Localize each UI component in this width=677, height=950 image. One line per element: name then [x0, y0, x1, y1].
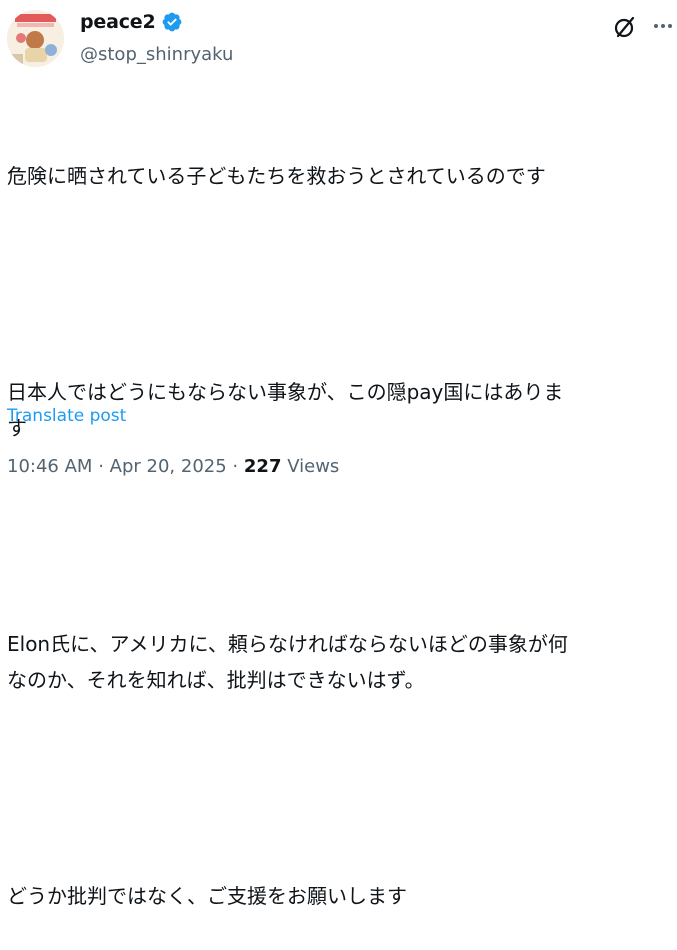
tweet-text: 危険に晒されている子どもたちを救おうとされているのです 日本人ではどうにもならな…	[7, 86, 671, 950]
author-display-name[interactable]: peace2	[80, 11, 156, 33]
avatar[interactable]	[7, 10, 64, 67]
views-count: 227	[243, 456, 282, 477]
tweet-paragraph: 危険に晒されている子どもたちを救おうとされているのです	[7, 164, 546, 188]
tweet-date[interactable]: Apr 20, 2025	[110, 456, 227, 477]
meta-separator: ·	[232, 456, 239, 477]
tweet-metadata: 10:46 AM · Apr 20, 2025 · 227 Views	[7, 456, 339, 477]
more-options-icon[interactable]	[651, 14, 675, 38]
grok-icon[interactable]	[612, 14, 638, 40]
verified-badge-icon	[161, 11, 183, 33]
author-handle[interactable]: @stop_shinryaku	[80, 44, 233, 65]
meta-separator: ·	[98, 456, 104, 477]
author-name-row[interactable]: peace2	[80, 11, 183, 33]
tweet-paragraph: どうか批判ではなく、ご支援をお願いします	[7, 884, 407, 908]
dot	[668, 24, 672, 28]
tweet-paragraph: Elon氏に、アメリカに、頼らなければならないほどの事象が何 なのか、それを知れ…	[7, 632, 568, 692]
tweet-time[interactable]: 10:46 AM	[7, 456, 92, 477]
dot	[654, 24, 658, 28]
translate-post-link[interactable]: Translate post	[7, 406, 126, 426]
views-label: Views	[287, 456, 340, 477]
avatar-image	[7, 10, 64, 67]
dot	[661, 24, 665, 28]
